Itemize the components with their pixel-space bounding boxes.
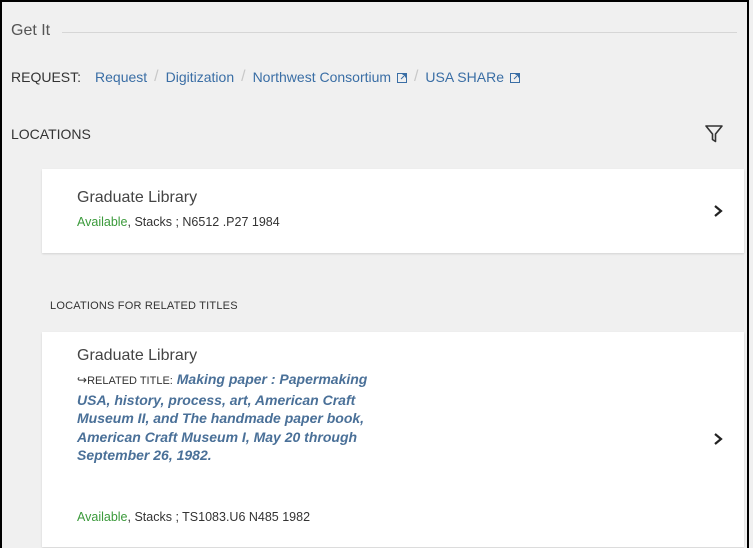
northwest-consortium-label: Northwest Consortium bbox=[252, 69, 392, 85]
related-arrow-icon: ↪ bbox=[77, 373, 88, 387]
separator: / bbox=[154, 68, 159, 85]
external-link-icon bbox=[509, 73, 520, 83]
separator: / bbox=[241, 68, 246, 85]
request-options: REQUEST: Request / Digitization / Northw… bbox=[11, 68, 520, 86]
related-title-label: RELATED TITLE: bbox=[87, 375, 173, 387]
filter-button[interactable] bbox=[703, 123, 725, 145]
library-name: Graduate Library bbox=[77, 347, 198, 364]
request-link[interactable]: Request bbox=[95, 69, 147, 85]
external-link-icon bbox=[396, 73, 407, 83]
related-titles-heading: LOCATIONS FOR RELATED TITLES bbox=[50, 300, 238, 312]
usa-share-link[interactable]: USA SHARe bbox=[425, 69, 520, 85]
header-divider bbox=[62, 31, 737, 33]
locations-header: LOCATIONS bbox=[11, 122, 725, 146]
related-title-block: ↪RELATED TITLE: Making paper : Papermaki… bbox=[77, 370, 377, 465]
get-it-panel: Get It REQUEST: Request / Digitization /… bbox=[0, 0, 749, 548]
location-details: , Stacks ; N6512 .P27 1984 bbox=[127, 215, 280, 229]
availability-status: Available bbox=[77, 215, 128, 229]
usa-share-label: USA SHARe bbox=[425, 69, 504, 85]
location-card[interactable]: Graduate Library Available, Stacks ; N65… bbox=[42, 169, 744, 253]
locations-label: LOCATIONS bbox=[11, 126, 91, 142]
availability-status: Available bbox=[77, 510, 128, 524]
chevron-right-icon bbox=[714, 433, 723, 445]
digitization-link[interactable]: Digitization bbox=[166, 69, 234, 85]
get-it-title: Get It bbox=[11, 22, 51, 39]
availability-line: Available, Stacks ; N6512 .P27 1984 bbox=[77, 215, 280, 229]
separator: / bbox=[413, 68, 419, 85]
library-name: Graduate Library bbox=[77, 189, 198, 206]
get-it-header: Get It bbox=[11, 18, 737, 44]
request-label: REQUEST: bbox=[11, 69, 82, 85]
location-details: , Stacks ; TS1083.U6 N485 1982 bbox=[127, 510, 311, 524]
chevron-right-icon bbox=[714, 205, 723, 217]
availability-line: Available, Stacks ; TS1083.U6 N485 1982 bbox=[77, 510, 310, 524]
related-location-card[interactable]: Graduate Library ↪RELATED TITLE: Making … bbox=[42, 332, 744, 547]
northwest-consortium-link[interactable]: Northwest Consortium bbox=[253, 69, 407, 85]
filter-icon bbox=[705, 125, 723, 143]
